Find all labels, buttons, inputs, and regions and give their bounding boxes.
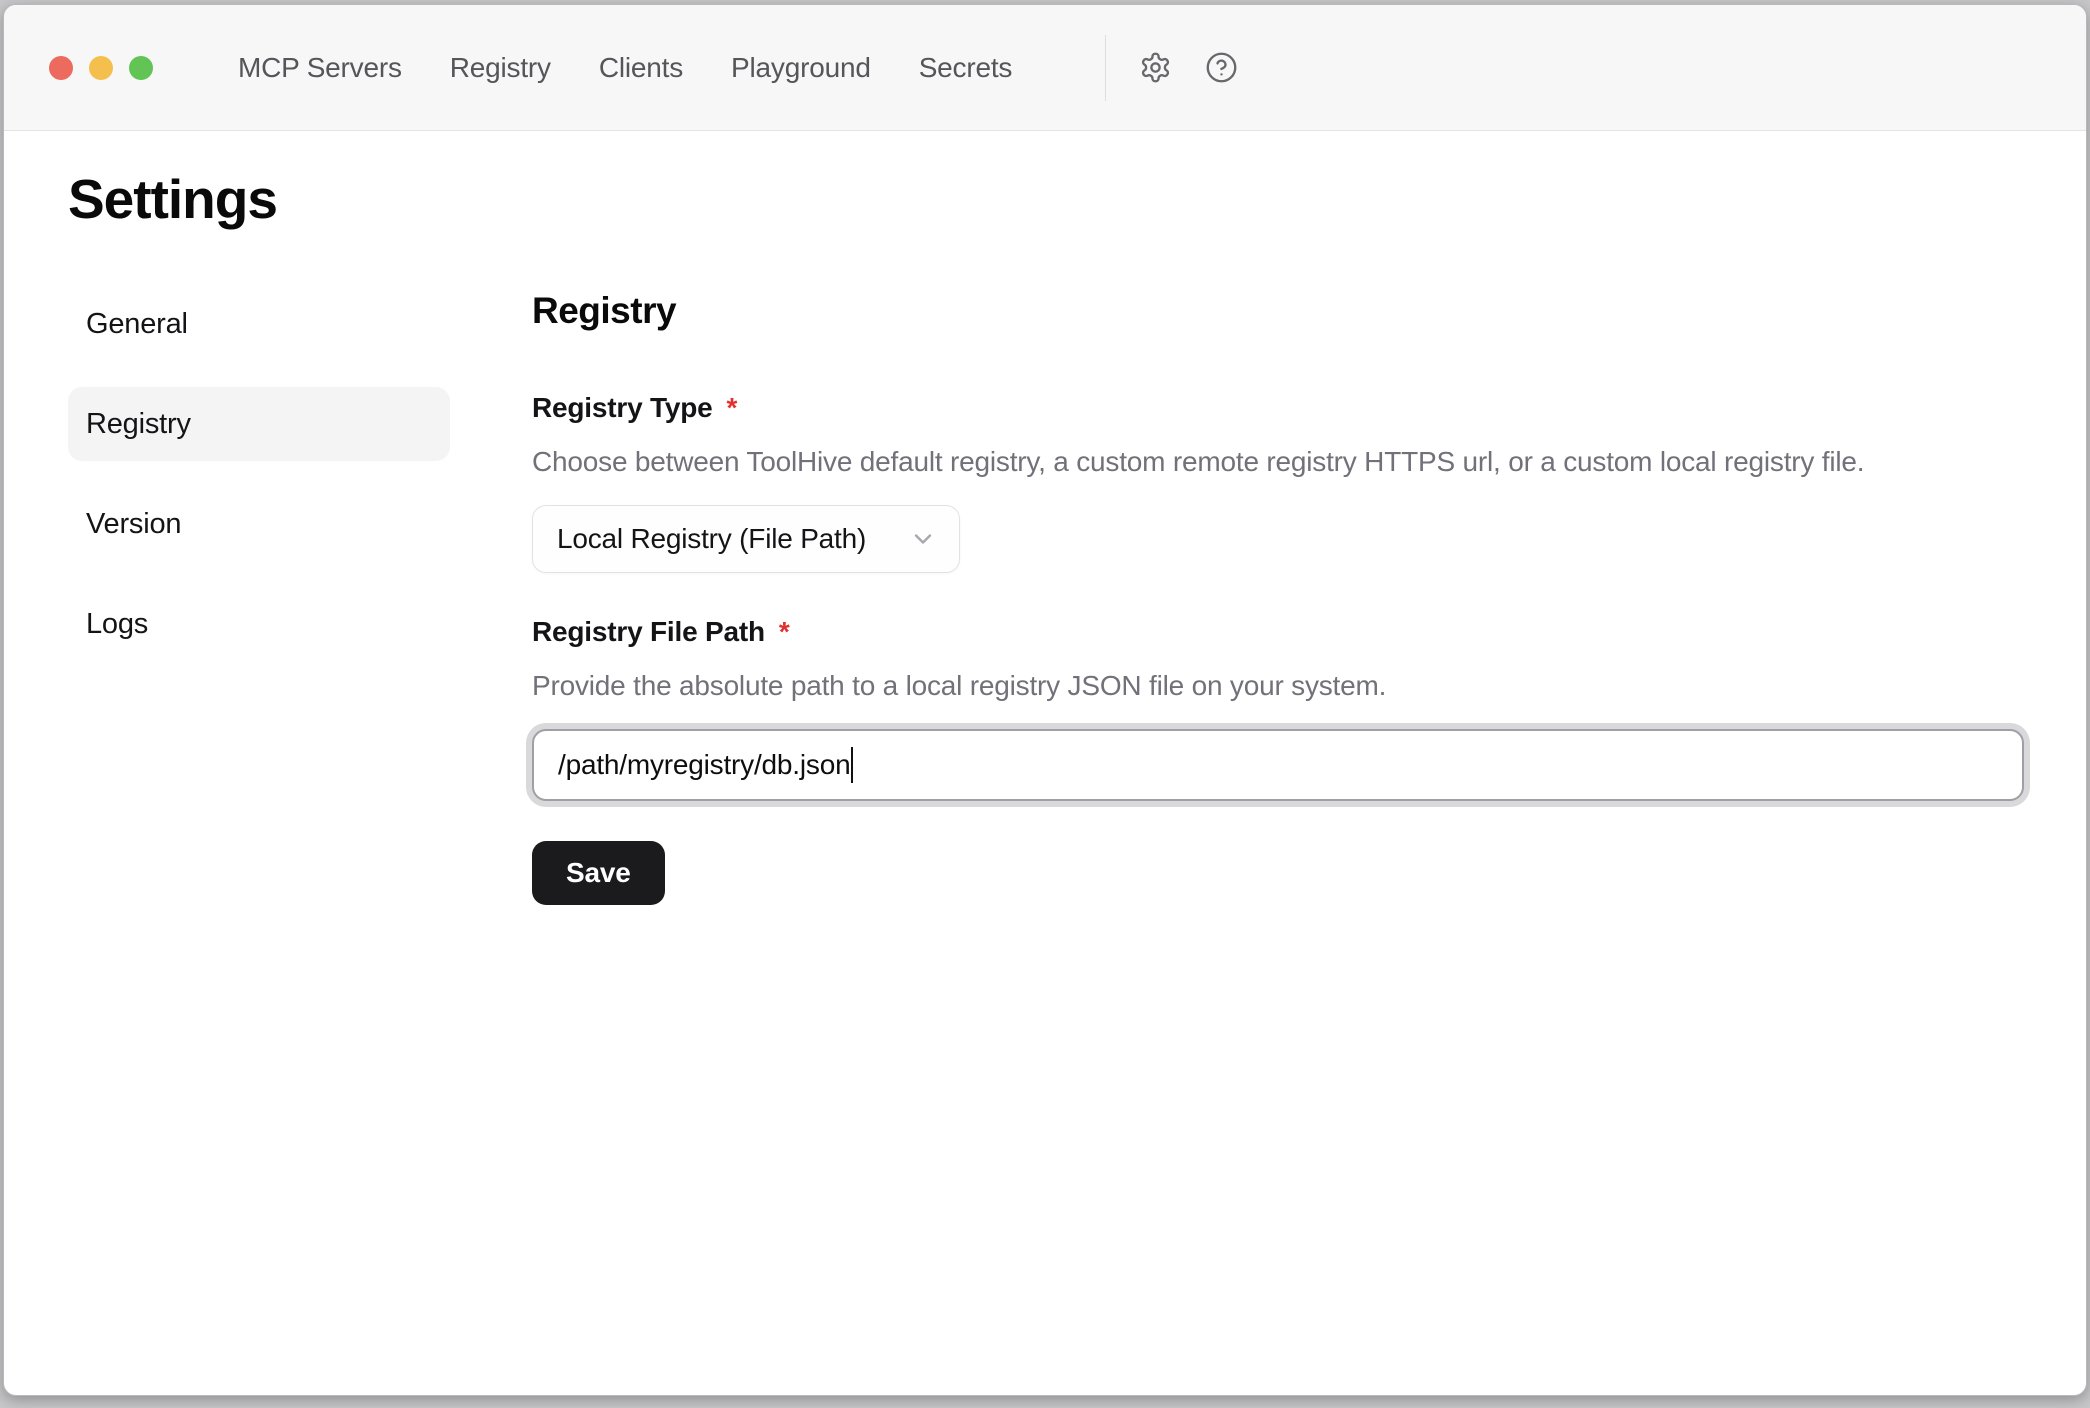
main-nav: MCP Servers Registry Clients Playground …	[238, 5, 1012, 130]
sidebar-item-label: Logs	[86, 608, 148, 641]
settings-button[interactable]	[1132, 45, 1178, 91]
section-heading: Registry	[532, 289, 2024, 333]
help-button[interactable]	[1198, 45, 1244, 91]
nav-item-secrets[interactable]: Secrets	[919, 52, 1013, 84]
sidebar-item-registry[interactable]: Registry	[68, 387, 450, 461]
save-button[interactable]: Save	[532, 841, 665, 905]
registry-file-path-input[interactable]: /path/myregistry/db.json	[532, 729, 2024, 801]
nav-divider	[1105, 35, 1106, 101]
window-close-button[interactable]	[49, 56, 73, 80]
sidebar-item-version[interactable]: Version	[68, 487, 450, 561]
nav-item-registry[interactable]: Registry	[450, 52, 551, 84]
registry-type-description: Choose between ToolHive default registry…	[532, 445, 2024, 479]
sidebar-item-label: Registry	[86, 408, 191, 441]
registry-type-select-value: Local Registry (File Path)	[557, 523, 866, 555]
registry-settings-panel: Registry Registry Type* Choose between T…	[532, 287, 2024, 905]
title-bar[interactable]: MCP Servers Registry Clients Playground …	[4, 5, 2086, 131]
gear-icon	[1139, 51, 1172, 84]
window-minimize-button[interactable]	[89, 56, 113, 80]
text-cursor	[851, 747, 853, 783]
nav-item-mcp-servers[interactable]: MCP Servers	[238, 52, 402, 84]
registry-file-path-value: /path/myregistry/db.json	[558, 749, 850, 781]
sidebar-item-general[interactable]: General	[68, 287, 450, 361]
window-controls	[49, 56, 153, 80]
nav-item-clients[interactable]: Clients	[599, 52, 683, 84]
help-icon	[1205, 51, 1238, 84]
registry-type-label: Registry Type*	[532, 391, 2024, 425]
registry-file-path-description: Provide the absolute path to a local reg…	[532, 669, 2024, 703]
settings-page: Settings General Registry Version Logs	[4, 131, 2086, 905]
app-window: MCP Servers Registry Clients Playground …	[3, 4, 2087, 1396]
page-title: Settings	[68, 167, 2086, 231]
sidebar-item-label: Version	[86, 508, 181, 541]
sidebar-item-label: General	[86, 308, 188, 341]
settings-sidebar: General Registry Version Logs	[68, 287, 450, 905]
window-zoom-button[interactable]	[129, 56, 153, 80]
titlebar-tools	[1105, 5, 1244, 130]
chevron-down-icon	[909, 525, 937, 553]
registry-type-select[interactable]: Local Registry (File Path)	[532, 505, 960, 573]
nav-item-playground[interactable]: Playground	[731, 52, 871, 84]
sidebar-item-logs[interactable]: Logs	[68, 587, 450, 661]
registry-file-path-label: Registry File Path*	[532, 615, 2024, 649]
required-asterisk: *	[779, 616, 790, 647]
required-asterisk: *	[727, 392, 738, 423]
